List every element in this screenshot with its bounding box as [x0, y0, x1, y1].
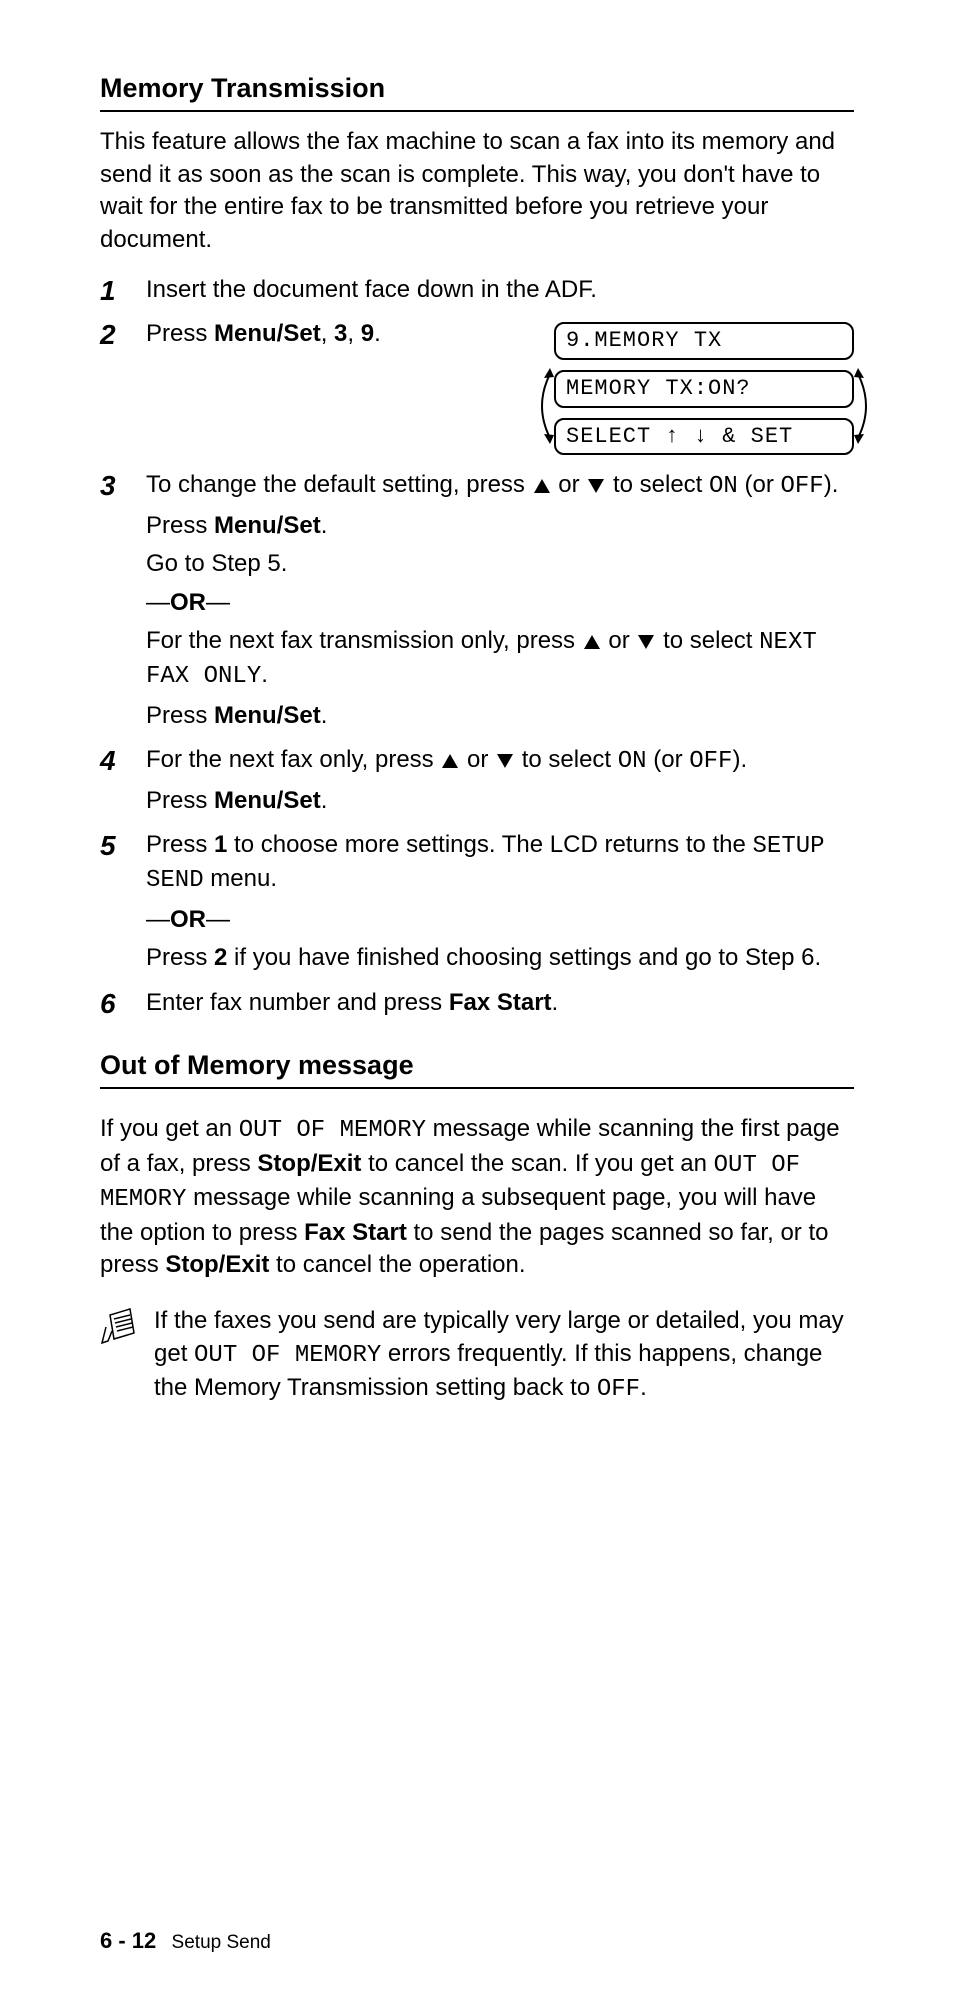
step-text: For the next fax transmission only, pres… — [146, 625, 854, 694]
step-number: 2 — [100, 318, 146, 351]
down-arrow-icon — [497, 754, 513, 768]
step-5: 5 Press 1 to choose more settings. The L… — [100, 829, 854, 981]
lcd-line-3: SELECT ↑ ↓ & SET — [554, 418, 854, 456]
page-number: 6 - 12 — [100, 1928, 156, 1953]
note-block: If the faxes you send are typically very… — [100, 1305, 854, 1406]
step-text: Press Menu/Set. — [146, 785, 854, 817]
lcd-line-1: 9.MEMORY TX — [554, 322, 854, 360]
down-arrow-icon — [588, 479, 604, 493]
up-arrow-icon — [584, 635, 600, 649]
up-arrow-icon — [534, 479, 550, 493]
step-4: 4 For the next fax only, press or to sel… — [100, 744, 854, 823]
intro-paragraph: This feature allows the fax machine to s… — [100, 126, 854, 256]
step-text: Go to Step 5. — [146, 548, 854, 580]
down-arrow-icon — [638, 635, 654, 649]
lcd-display-stack: 9.MEMORY TX MEMORY TX:ON? SELECT ↑ ↓ & S… — [554, 322, 854, 455]
steps-list: 1 Insert the document face down in the A… — [100, 274, 854, 1025]
step-text: Press Menu/Set. — [146, 700, 854, 732]
step-text: Press 1 to choose more settings. The LCD… — [146, 829, 854, 898]
note-text: If the faxes you send are typically very… — [154, 1305, 854, 1406]
step-or: —OR— — [146, 904, 854, 936]
step-number: 5 — [100, 829, 146, 862]
step-text: Enter fax number and press Fax Start. — [146, 987, 854, 1019]
lcd-line-2: MEMORY TX:ON? — [554, 370, 854, 408]
section-title-memory-transmission: Memory Transmission — [100, 70, 854, 112]
step-text: Press 2 if you have finished choosing se… — [146, 942, 854, 974]
step-3: 3 To change the default setting, press o… — [100, 469, 854, 738]
paragraph: If you get an OUT OF MEMORY message whil… — [100, 1113, 854, 1281]
step-or: —OR— — [146, 587, 854, 619]
step-2: 2 9.MEMORY TX MEMORY TX:ON? SELECT ↑ ↓ &… — [100, 318, 854, 463]
cycle-arrow-right-icon — [854, 366, 876, 446]
step-1: 1 Insert the document face down in the A… — [100, 274, 854, 312]
footer-section: Setup Send — [172, 1932, 271, 1953]
step-number: 4 — [100, 744, 146, 777]
step-text: For the next fax only, press or to selec… — [146, 744, 854, 778]
step-number: 1 — [100, 274, 146, 307]
step-6: 6 Enter fax number and press Fax Start. — [100, 987, 854, 1025]
step-number: 3 — [100, 469, 146, 502]
up-arrow-icon — [442, 754, 458, 768]
step-text: Insert the document face down in the ADF… — [146, 274, 854, 306]
page-footer: 6 - 12 Setup Send — [100, 1926, 271, 1956]
cycle-arrow-left-icon — [532, 366, 554, 446]
note-icon — [100, 1305, 144, 1349]
step-text: To change the default setting, press or … — [146, 469, 854, 503]
step-text: Press Menu/Set. — [146, 510, 854, 542]
step-number: 6 — [100, 987, 146, 1020]
section-title-out-of-memory: Out of Memory message — [100, 1047, 854, 1089]
